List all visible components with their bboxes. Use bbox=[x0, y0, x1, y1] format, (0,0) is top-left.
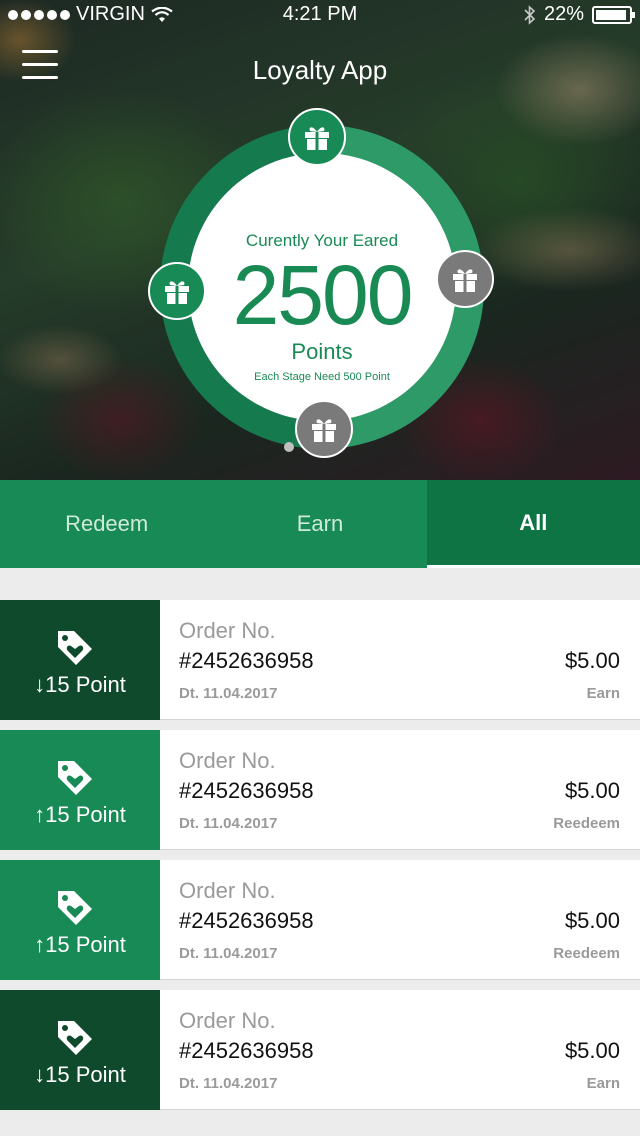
transaction-type: Reedeem bbox=[553, 815, 620, 832]
order-date: Dt. 11.04.2017 bbox=[179, 1075, 278, 1092]
points-panel: Curently Your Eared 2500 Points Each Sta… bbox=[188, 153, 456, 421]
points-value: 2500 bbox=[232, 248, 414, 342]
arrow-down-icon: ↓ bbox=[34, 672, 46, 697]
status-bar: VIRGIN 4:21 PM 22% bbox=[0, 0, 640, 28]
transaction-row[interactable]: ↑15 Point Order No. #2452636958 Dt. 11.0… bbox=[0, 730, 640, 850]
order-number: #2452636958 bbox=[179, 908, 314, 933]
gift-stage-right[interactable] bbox=[436, 250, 494, 308]
points-badge: ↑15 Point bbox=[0, 730, 160, 850]
battery-icon bbox=[592, 5, 635, 24]
transaction-type: Earn bbox=[586, 1075, 620, 1092]
tag-heart-icon bbox=[58, 631, 92, 665]
points-amount: 15 Point bbox=[45, 932, 126, 957]
points-badge: ↓15 Point bbox=[0, 990, 160, 1110]
tag-heart-icon bbox=[58, 1021, 92, 1055]
points-amount: 15 Point bbox=[45, 802, 126, 827]
progress-marker bbox=[284, 442, 294, 452]
tag-heart-icon bbox=[58, 761, 92, 795]
transaction-list: ↓15 Point Order No. #2452636958 Dt. 11.0… bbox=[0, 600, 640, 1120]
gift-icon bbox=[312, 419, 336, 442]
order-amount: $5.00 bbox=[564, 1038, 620, 1063]
gift-icon bbox=[453, 269, 477, 292]
hamburger-icon bbox=[22, 50, 58, 53]
bluetooth-icon bbox=[524, 4, 536, 25]
gift-stage-bottom[interactable] bbox=[295, 400, 353, 458]
points-amount: 15 Point bbox=[45, 672, 126, 697]
battery-percent: 22% bbox=[543, 3, 584, 25]
order-number: #2452636958 bbox=[179, 778, 314, 803]
transaction-row[interactable]: ↑15 Point Order No. #2452636958 Dt. 11.0… bbox=[0, 860, 640, 980]
order-amount: $5.00 bbox=[564, 778, 620, 803]
order-label: Order No. bbox=[179, 878, 276, 903]
order-label: Order No. bbox=[179, 748, 276, 773]
arrow-down-icon: ↓ bbox=[34, 1062, 46, 1087]
tab-redeem[interactable]: Redeem bbox=[0, 480, 213, 568]
gift-stage-left[interactable] bbox=[148, 262, 206, 320]
gift-stage-top[interactable] bbox=[288, 108, 346, 166]
points-unit: Points bbox=[291, 339, 353, 364]
order-amount: $5.00 bbox=[564, 648, 620, 673]
tab-earn[interactable]: Earn bbox=[213, 480, 426, 568]
tab-all[interactable]: All bbox=[426, 480, 640, 568]
points-badge: ↓15 Point bbox=[0, 600, 160, 720]
battery-group: 22% bbox=[524, 3, 635, 26]
filter-tabs: Redeem Earn All bbox=[0, 480, 640, 568]
order-label: Order No. bbox=[179, 618, 276, 643]
order-label: Order No. bbox=[179, 1008, 276, 1033]
order-amount: $5.00 bbox=[564, 908, 620, 933]
arrow-up-icon: ↑ bbox=[34, 802, 46, 827]
transaction-type: Reedeem bbox=[553, 945, 620, 962]
arrow-up-icon: ↑ bbox=[34, 932, 46, 957]
order-date: Dt. 11.04.2017 bbox=[179, 945, 278, 962]
transaction-row[interactable]: ↓15 Point Order No. #2452636958 Dt. 11.0… bbox=[0, 600, 640, 720]
gift-icon bbox=[165, 281, 189, 304]
transaction-type: Earn bbox=[586, 685, 620, 702]
gift-icon bbox=[305, 127, 329, 150]
order-number: #2452636958 bbox=[179, 648, 314, 673]
points-badge: ↑15 Point bbox=[0, 860, 160, 980]
points-note: Each Stage Need 500 Point bbox=[254, 371, 390, 383]
tag-heart-icon bbox=[58, 891, 92, 925]
page-title: Loyalty App bbox=[252, 55, 388, 85]
points-amount: 15 Point bbox=[45, 1062, 126, 1087]
order-date: Dt. 11.04.2017 bbox=[179, 815, 278, 832]
order-number: #2452636958 bbox=[179, 1038, 314, 1063]
transaction-row[interactable]: ↓15 Point Order No. #2452636958 Dt. 11.0… bbox=[0, 990, 640, 1110]
order-date: Dt. 11.04.2017 bbox=[179, 685, 278, 702]
